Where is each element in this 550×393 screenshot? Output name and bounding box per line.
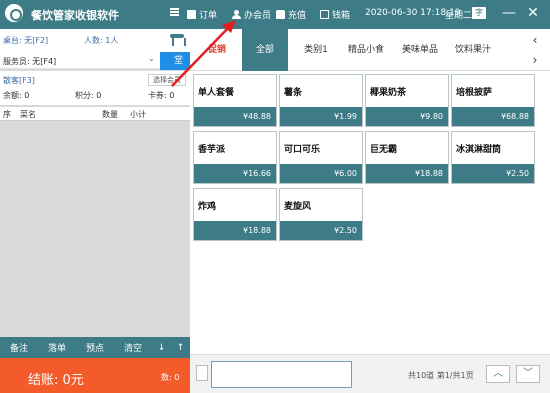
col-subtotal: 小计 — [130, 110, 146, 119]
product-name: 可口可乐 — [284, 145, 321, 155]
member-label: 办会员 — [244, 11, 272, 21]
tab-drinks[interactable]: 饮料果汁 — [450, 29, 496, 71]
register-member-button[interactable]: 办会员 — [232, 8, 271, 21]
tab-promotion[interactable]: 促销 — [198, 29, 236, 71]
clear-button[interactable]: 清空 — [114, 341, 152, 354]
chair-icon[interactable] — [170, 34, 186, 46]
product-card[interactable]: 薯条 ¥1.99 — [279, 74, 363, 127]
order-list[interactable] — [0, 122, 190, 337]
product-card[interactable]: 冰淇淋甜筒 ¥2.50 — [451, 131, 535, 184]
order-label: 订单 — [199, 11, 218, 21]
product-price: ¥16.66 — [194, 164, 276, 183]
product-name: 巨无霸 — [370, 145, 398, 155]
product-price: ¥2.50 — [280, 221, 362, 240]
checkout-label: 结账: 0元 — [28, 373, 84, 388]
order-panel: 桌台: 无[F2] 人数: 1人 服务员: 无[F4] ⌄ 堂 散客[F3] 选… — [0, 29, 190, 393]
product-name: 椰果奶茶 — [370, 88, 407, 98]
page-info: 共10道 第1/共1页 — [408, 371, 474, 380]
input-method-badge[interactable]: 字 — [472, 7, 486, 19]
app-logo-icon — [5, 4, 23, 22]
weekday: 星期二 — [445, 11, 473, 21]
scanner-icon[interactable] — [196, 365, 208, 381]
order-icon — [187, 10, 196, 19]
bottom-bar: 共10道 第1/共1页 ︿ ﹀ — [190, 354, 550, 393]
product-price: ¥68.88 — [452, 107, 534, 126]
tab-all[interactable]: 全部 — [242, 29, 288, 71]
customer-label[interactable]: 散客[F3] — [3, 75, 35, 86]
page-up-button[interactable]: ︿ — [486, 365, 510, 383]
product-name: 单人套餐 — [198, 88, 235, 98]
item-count: 数: 0 — [161, 373, 180, 382]
col-quantity: 数量 — [102, 110, 118, 119]
arrow-down-icon[interactable]: ↓ — [152, 343, 171, 353]
app-title: 餐饮管家收银软件 — [31, 9, 119, 22]
people-label[interactable]: 人数: 1人 — [84, 35, 118, 46]
product-price: ¥1.99 — [280, 107, 362, 126]
chevron-left-icon[interactable]: ‹ — [528, 33, 542, 47]
pos-window: 餐饮管家收银软件 订单 办会员 充值 钱箱 2020-06-30 17:18:1… — [0, 0, 550, 393]
member-info: 散客[F3] 选择会员 余额: 0 积分: 0 卡券: 0 — [0, 71, 190, 105]
arrow-up-icon[interactable]: ↑ — [171, 343, 190, 353]
category-tabs: 促销 全部 类别1 精品小食 美味单品 饮料果汁 ‹ › — [190, 29, 550, 71]
cashbox-button[interactable]: 钱箱 — [320, 8, 350, 21]
product-price: ¥9.80 — [366, 107, 448, 126]
minimize-button[interactable]: — — [502, 4, 516, 22]
balance-label: 余额: 0 — [3, 91, 30, 100]
waiter-label[interactable]: 服务员: 无[F4] — [3, 56, 56, 67]
product-card[interactable]: 炸鸡 ¥18.88 — [193, 188, 277, 241]
close-button[interactable]: ✕ — [526, 4, 540, 22]
recharge-button[interactable]: 充值 — [276, 8, 306, 21]
recharge-label: 充值 — [288, 11, 307, 21]
menu-button[interactable] — [170, 8, 179, 16]
person-icon — [232, 10, 241, 19]
table-label[interactable]: 桌台: 无[F2] — [3, 35, 48, 46]
points-label: 积分: 0 — [75, 91, 102, 100]
tab-category-1[interactable]: 类别1 — [298, 29, 334, 71]
search-input[interactable] — [211, 361, 352, 388]
product-card[interactable]: 培根披萨 ¥68.88 — [451, 74, 535, 127]
product-name: 冰淇淋甜筒 — [456, 145, 502, 155]
product-grid: 单人套餐 ¥48.88 薯条 ¥1.99 椰果奶茶 ¥9.80 培根披萨 ¥68… — [190, 71, 550, 354]
product-name: 香芋派 — [198, 145, 226, 155]
place-order-button[interactable]: 落单 — [38, 341, 76, 354]
col-index: 序 — [3, 110, 11, 119]
title-bar: 餐饮管家收银软件 订单 办会员 充值 钱箱 2020-06-30 17:18:1… — [0, 0, 550, 29]
product-name: 培根披萨 — [456, 88, 493, 98]
preorder-button[interactable]: 预点 — [76, 341, 114, 354]
product-name: 薯条 — [284, 88, 303, 98]
checkout-button[interactable]: 结账: 0元 数: 0 — [0, 358, 190, 393]
cashbox-icon — [320, 10, 329, 19]
product-card[interactable]: 单人套餐 ¥48.88 — [193, 74, 277, 127]
product-card[interactable]: 可口可乐 ¥6.00 — [279, 131, 363, 184]
dine-in-button[interactable]: 堂 — [160, 52, 190, 70]
product-name: 麦旋风 — [284, 202, 312, 212]
order-actions: 备注 落单 预点 清空 ↓ ↑ — [0, 337, 190, 358]
order-button[interactable]: 订单 — [187, 8, 217, 21]
cashbox-label: 钱箱 — [332, 11, 351, 21]
product-price: ¥18.88 — [194, 221, 276, 240]
tab-singles[interactable]: 美味单品 — [397, 29, 443, 71]
select-member-button[interactable]: 选择会员 — [148, 74, 186, 86]
coupon-label: 卡券: 0 — [148, 91, 175, 100]
order-table-header: 序 菜名 数量 小计 — [0, 107, 190, 121]
product-price: ¥6.00 — [280, 164, 362, 183]
chevron-down-icon[interactable]: ⌄ — [148, 54, 155, 63]
product-price: ¥18.88 — [366, 164, 448, 183]
col-dish: 菜名 — [20, 110, 36, 119]
product-name: 炸鸡 — [198, 202, 217, 212]
chevron-right-icon[interactable]: › — [528, 53, 542, 67]
note-button[interactable]: 备注 — [0, 341, 38, 354]
product-card[interactable]: 巨无霸 ¥18.88 — [365, 131, 449, 184]
product-card[interactable]: 香芋派 ¥16.66 — [193, 131, 277, 184]
product-card[interactable]: 椰果奶茶 ¥9.80 — [365, 74, 449, 127]
menu-icon — [170, 8, 179, 16]
product-price: ¥48.88 — [194, 107, 276, 126]
page-down-button[interactable]: ﹀ — [516, 365, 540, 383]
product-price: ¥2.50 — [452, 164, 534, 183]
tab-snacks[interactable]: 精品小食 — [343, 29, 389, 71]
money-bag-icon — [276, 10, 285, 19]
product-card[interactable]: 麦旋风 ¥2.50 — [279, 188, 363, 241]
